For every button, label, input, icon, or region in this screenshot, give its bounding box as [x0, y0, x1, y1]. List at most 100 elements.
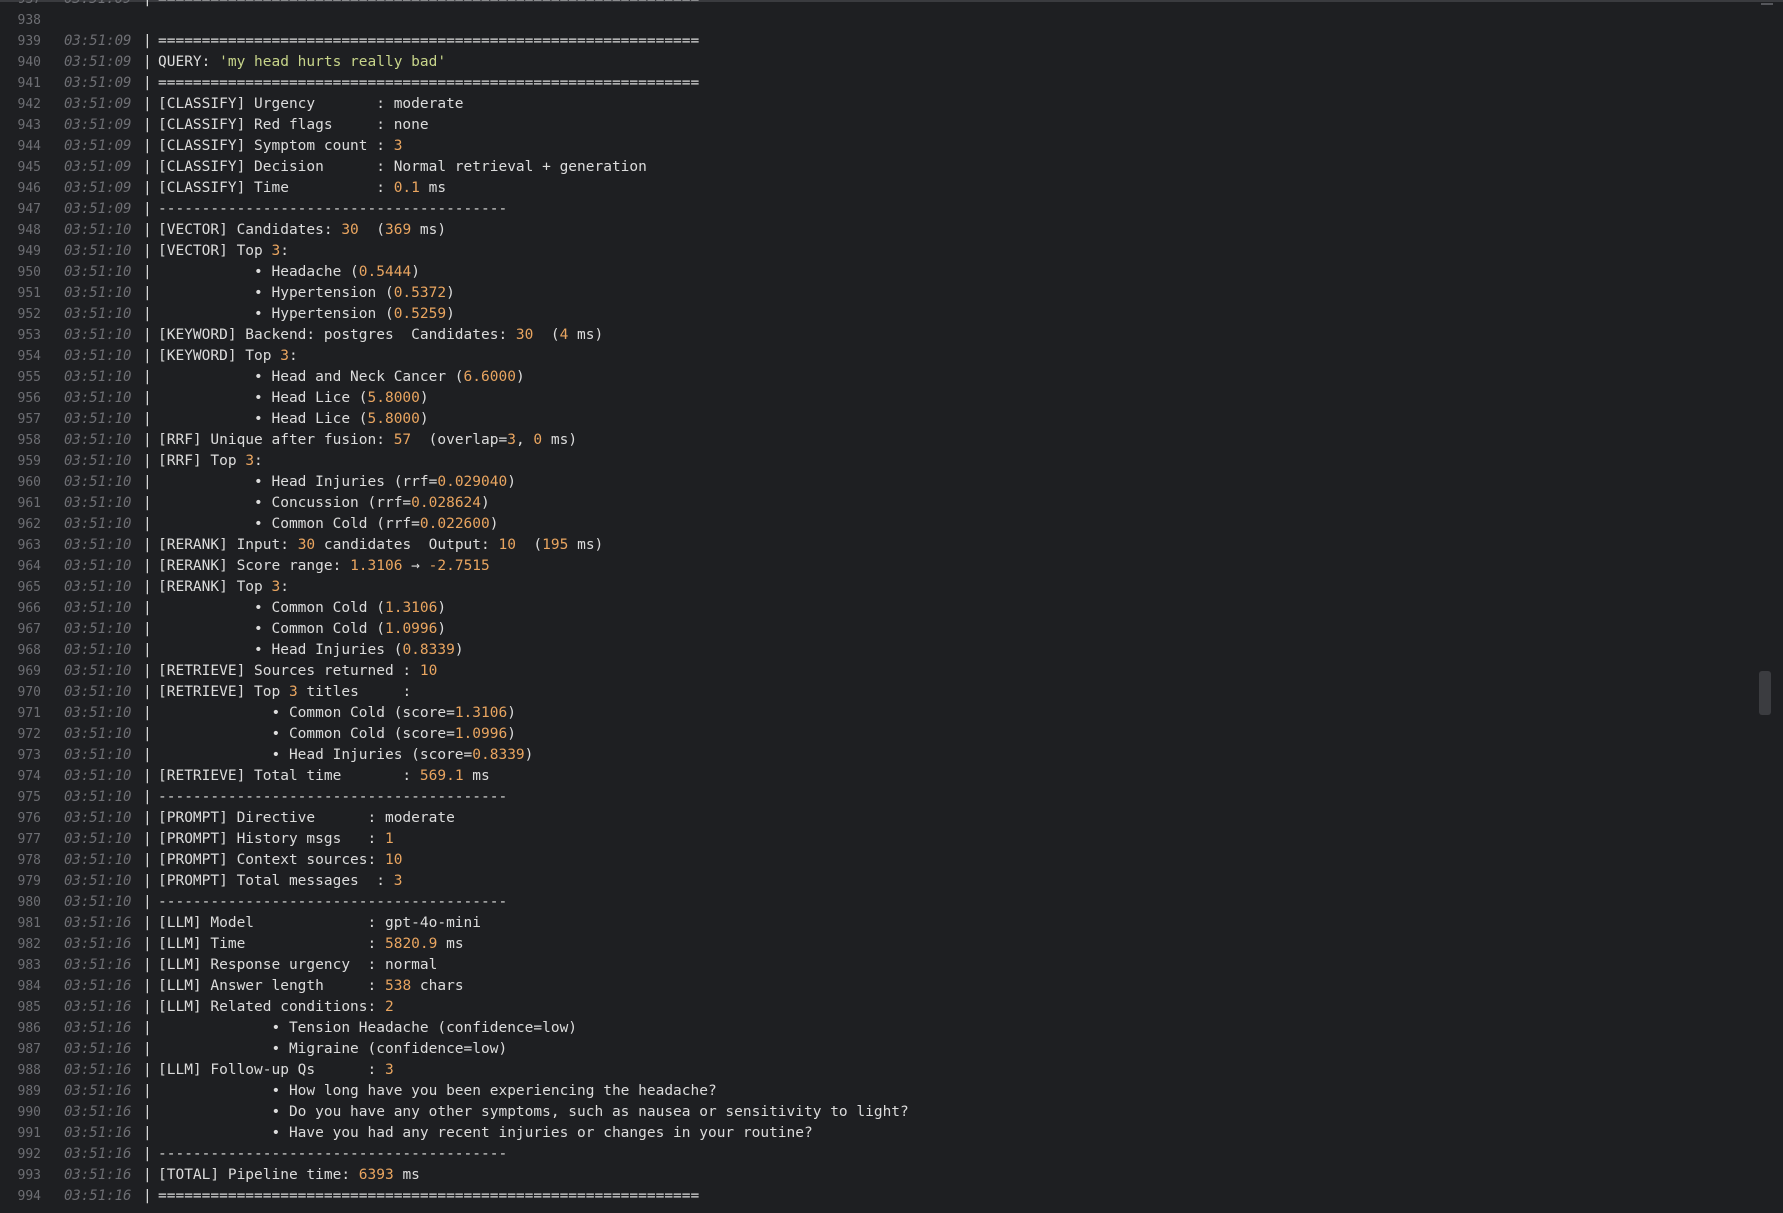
log-line: 970 03:51:10 | [RETRIEVE] Top 3 titles :: [0, 682, 1740, 703]
log-message: • Head Injuries (rrf=0.029040): [158, 474, 516, 490]
timestamp: 03:51:10: [64, 810, 132, 826]
timestamp: 03:51:09: [64, 138, 132, 154]
timestamp: 03:51:16: [64, 999, 132, 1015]
line-number: 943: [17, 118, 41, 133]
timestamp: 03:51:10: [64, 432, 132, 448]
separator-bar: |: [143, 747, 152, 763]
log-line: 979 03:51:10 | [PROMPT] Total messages : 3: [0, 871, 1740, 892]
log-line: 988 03:51:16 | [LLM] Follow-up Qs : 3: [0, 1060, 1740, 1081]
scrollbar-track[interactable]: [1753, 0, 1783, 1213]
separator-bar: |: [143, 579, 152, 595]
separator-bar: |: [143, 96, 152, 112]
log-message: [TOTAL] Pipeline time: 6393 ms: [158, 1167, 420, 1183]
line-number: 983: [17, 958, 41, 973]
separator-bar: |: [143, 663, 152, 679]
timestamp: 03:51:09: [64, 96, 132, 112]
line-number: 942: [17, 97, 41, 112]
log-message: ----------------------------------------: [158, 789, 508, 805]
timestamp: 03:51:10: [64, 642, 132, 658]
log-lines: 937 03:51:09 | ============================…: [0, 0, 1740, 1207]
log-line: 946 03:51:09 | [CLASSIFY] Time : 0.1 ms: [0, 178, 1740, 199]
line-number: 974: [17, 769, 41, 784]
log-line: 976 03:51:10 | [PROMPT] Directive : moderat…: [0, 808, 1740, 829]
log-line: 990 03:51:16 | • Do you have any other sym…: [0, 1102, 1740, 1123]
separator-bar: |: [143, 453, 152, 469]
line-number: 978: [17, 853, 41, 868]
timestamp: 03:51:16: [64, 957, 132, 973]
line-number: 984: [17, 979, 41, 994]
log-line: 967 03:51:10 | • Common Cold (1.0996): [0, 619, 1740, 640]
log-message: [LLM] Related conditions: 2: [158, 999, 394, 1015]
log-message: [CLASSIFY] Symptom count : 3: [158, 138, 403, 154]
line-number: 969: [17, 664, 41, 679]
line-number: 954: [17, 349, 41, 364]
timestamp: 03:51:10: [64, 222, 132, 238]
timestamp: 03:51:09: [64, 0, 131, 10]
timestamp: 03:51:10: [64, 789, 132, 805]
log-message: • Common Cold (1.3106): [158, 600, 447, 616]
timestamp: 03:51:10: [64, 831, 132, 847]
line-number: 985: [17, 1000, 41, 1015]
line-number: 959: [17, 454, 41, 469]
line-number: 981: [17, 916, 41, 931]
line-number: 975: [17, 790, 41, 805]
line-number: 955: [17, 370, 41, 385]
log-line: 940 03:51:09 | QUERY: 'my head hurts really…: [0, 52, 1740, 73]
log-message: [RRF] Top 3:: [158, 453, 263, 469]
log-message: • Head Lice (5.8000): [158, 390, 429, 406]
scrollbar-thumb[interactable]: [1759, 671, 1771, 715]
timestamp: 03:51:16: [64, 1146, 132, 1162]
log-line: 973 03:51:10 | • Head Injuries (score=0.83…: [0, 745, 1740, 766]
timestamp: 03:51:09: [64, 201, 132, 217]
log-line: 994 03:51:16 | ============================…: [0, 1186, 1740, 1207]
timestamp: 03:51:10: [64, 600, 132, 616]
separator-bar: |: [143, 390, 152, 406]
line-number: 991: [17, 1126, 41, 1141]
line-number: 988: [17, 1063, 41, 1078]
log-message: • Hypertension (0.5372): [158, 285, 455, 301]
line-number: 950: [17, 265, 41, 280]
line-number: 971: [17, 706, 41, 721]
line-number: 945: [17, 160, 41, 175]
line-number: 956: [17, 391, 41, 406]
log-line: 950 03:51:10 | • Headache (0.5444): [0, 262, 1740, 283]
log-message: ========================================…: [158, 33, 700, 49]
line-number: 938: [17, 13, 41, 28]
log-line: 987 03:51:16 | • Migraine (confidence=low): [0, 1039, 1740, 1060]
log-message: ----------------------------------------: [158, 1146, 508, 1162]
timestamp: 03:51:10: [64, 327, 132, 343]
log-message: • Head and Neck Cancer (6.6000): [158, 369, 525, 385]
timestamp: 03:51:10: [64, 306, 132, 322]
line-number: 965: [17, 580, 41, 595]
timestamp: 03:51:16: [64, 1125, 132, 1141]
log-message: [RRF] Unique after fusion: 57 (overlap=3…: [158, 432, 578, 448]
separator-bar: |: [143, 432, 152, 448]
log-line: 969 03:51:10 | [RETRIEVE] Sources returned …: [0, 661, 1740, 682]
separator-bar: |: [143, 474, 152, 490]
line-number: 953: [17, 328, 41, 343]
separator-bar: |: [143, 999, 152, 1015]
log-line: 959 03:51:10 | [RRF] Top 3:: [0, 451, 1740, 472]
separator-bar: |: [143, 516, 152, 532]
log-message: • Head Injuries (score=0.8339): [158, 747, 534, 763]
log-message: • Tension Headache (confidence=low): [158, 1020, 578, 1036]
log-line: 992 03:51:16 | ----------------------------…: [0, 1144, 1740, 1165]
log-message: • Headache (0.5444): [158, 264, 420, 280]
timestamp: 03:51:10: [64, 243, 132, 259]
separator-bar: |: [143, 138, 152, 154]
log-line: 985 03:51:16 | [LLM] Related conditions: 2: [0, 997, 1740, 1018]
timestamp: 03:51:10: [64, 705, 132, 721]
log-line: 966 03:51:10 | • Common Cold (1.3106): [0, 598, 1740, 619]
log-line: 960 03:51:10 | • Head Injuries (rrf=0.0290…: [0, 472, 1740, 493]
log-line: 956 03:51:10 | • Head Lice (5.8000): [0, 388, 1740, 409]
timestamp: 03:51:16: [64, 1083, 132, 1099]
log-line: 971 03:51:10 | • Common Cold (score=1.3106…: [0, 703, 1740, 724]
log-line: 972 03:51:10 | • Common Cold (score=1.0996…: [0, 724, 1740, 745]
log-message: [RERANK] Score range: 1.3106 → -2.7515: [158, 558, 490, 574]
log-message: ========================================…: [158, 0, 699, 10]
log-message: [PROMPT] Directive : moderate: [158, 810, 455, 826]
separator-bar: |: [143, 957, 152, 973]
log-line: 982 03:51:16 | [LLM] Time : 5820.9 ms: [0, 934, 1740, 955]
log-message: • Common Cold (score=1.0996): [158, 726, 516, 742]
line-number: 980: [17, 895, 41, 910]
